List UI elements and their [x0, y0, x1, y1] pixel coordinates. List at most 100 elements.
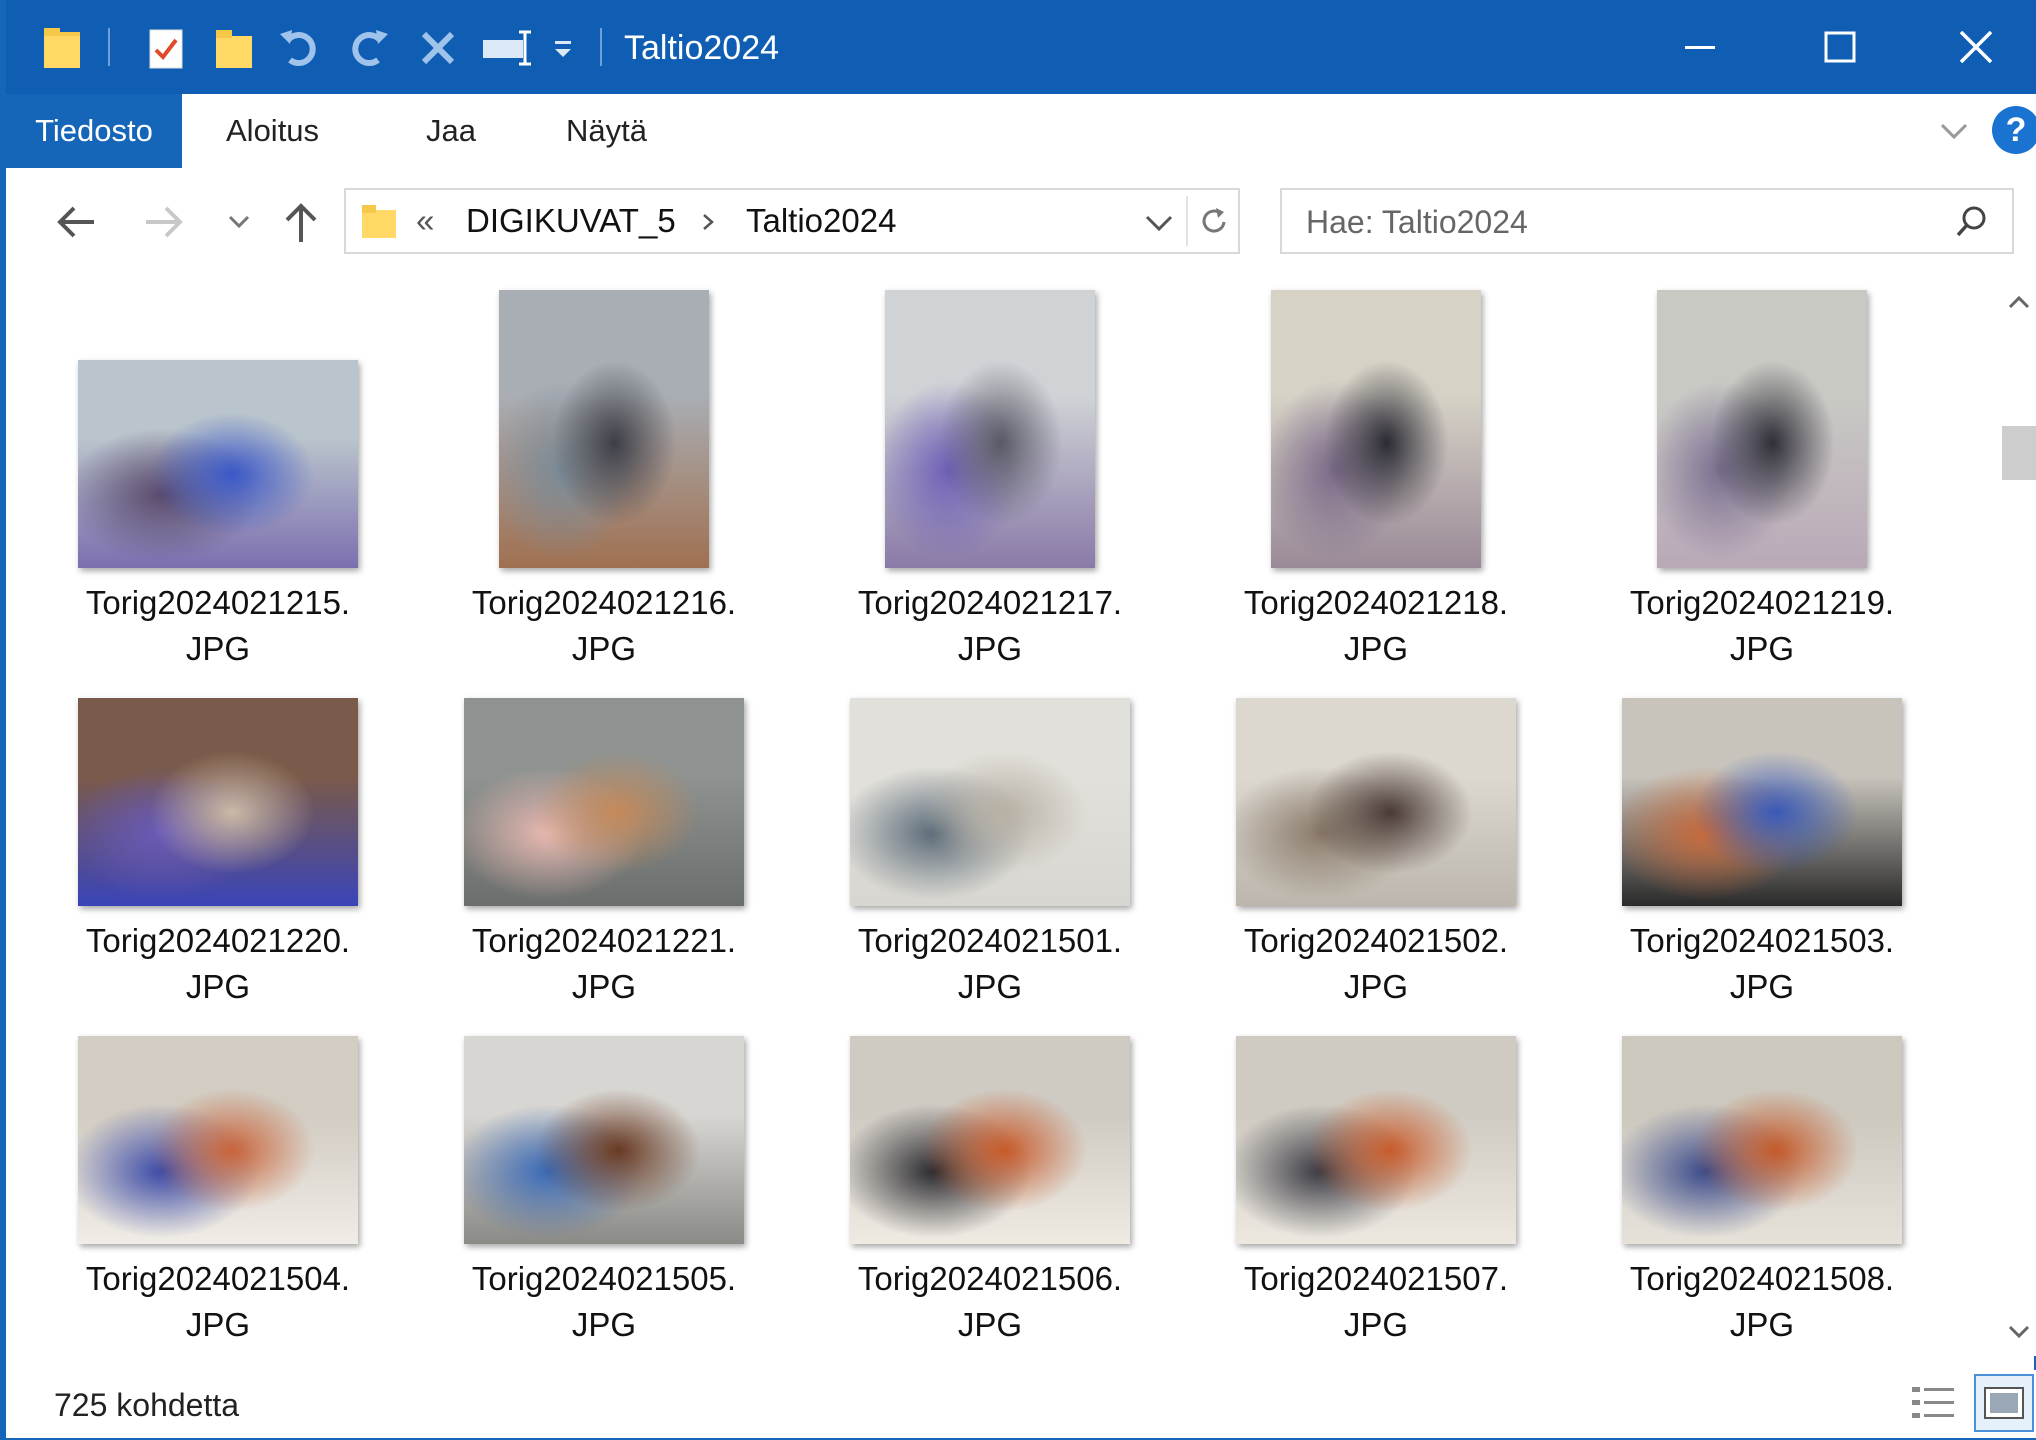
window-title: Taltio2024 [624, 29, 780, 67]
file-thumbnail[interactable] [1622, 698, 1902, 906]
file-extension: JPG [957, 968, 1023, 1005]
refresh-icon[interactable] [1196, 204, 1232, 240]
qat-separator [108, 28, 110, 66]
file-name-base: Torig2024021218. [1243, 584, 1509, 621]
file-name-base: Torig2024021221. [471, 922, 737, 959]
file-name: Torig2024021507. JPG [1226, 1256, 1526, 1346]
address-overflow[interactable]: « [416, 190, 434, 252]
file-name: Torig2024021506. JPG [840, 1256, 1140, 1346]
properties-icon[interactable] [144, 22, 188, 74]
search-input[interactable] [1304, 198, 1928, 246]
up-arrow-icon[interactable] [276, 194, 326, 250]
scroll-up-arrow-icon[interactable] [2006, 292, 2032, 312]
file-name: Torig2024021220. JPG [68, 918, 368, 1010]
file-extension: JPG [1343, 1306, 1409, 1343]
title-bar: Taltio2024 [6, 0, 2036, 94]
new-folder-icon[interactable] [212, 22, 256, 74]
file-thumbnail[interactable] [78, 1036, 358, 1244]
recent-locations-chevron-icon[interactable] [220, 194, 258, 250]
file-name: Torig2024021505. JPG [454, 1256, 754, 1346]
file-grid: Torig2024021215. JPG Torig2024021216. JPG To… [6, 276, 1996, 1346]
search-box[interactable] [1280, 188, 2014, 254]
file-thumbnail[interactable] [499, 290, 709, 568]
file-extension: JPG [957, 630, 1023, 667]
file-extension: JPG [1343, 968, 1409, 1005]
file-thumbnail[interactable] [1236, 1036, 1516, 1244]
file-name-base: Torig2024021219. [1629, 584, 1895, 621]
file-name-base: Torig2024021507. [1243, 1260, 1509, 1297]
file-extension: JPG [1729, 630, 1795, 667]
details-view-button[interactable] [1906, 1374, 1962, 1432]
redo-icon[interactable] [346, 22, 394, 74]
vertical-scrollbar[interactable] [2002, 276, 2036, 1356]
file-name-base: Torig2024021501. [857, 922, 1123, 959]
file-thumbnail[interactable] [850, 698, 1130, 906]
folder-icon[interactable] [40, 22, 84, 74]
file-name: Torig2024021218. JPG [1226, 580, 1526, 672]
file-thumbnail[interactable] [1271, 290, 1481, 568]
file-extension: JPG [571, 1306, 637, 1343]
file-name-base: Torig2024021220. [85, 922, 351, 959]
file-thumbnail[interactable] [78, 698, 358, 906]
file-thumbnail[interactable] [850, 1036, 1130, 1244]
file-thumbnail[interactable] [1657, 290, 1867, 568]
breadcrumb-taltio2024[interactable]: Taltio2024 [746, 190, 896, 252]
ribbon: Tiedosto Aloitus Jaa Näytä ? [6, 94, 2036, 169]
file-name: Torig2024021502. JPG [1226, 918, 1526, 1010]
file-name: Torig2024021217. JPG [840, 580, 1140, 672]
folder-icon [362, 205, 396, 238]
address-divider [1186, 196, 1188, 246]
file-extension: JPG [1343, 630, 1409, 667]
maximize-button[interactable] [1770, 0, 1910, 94]
address-bar[interactable]: « DIGIKUVAT_5 Taltio2024 [344, 188, 1240, 254]
file-name: Torig2024021504. JPG [68, 1256, 368, 1346]
file-name-base: Torig2024021506. [857, 1260, 1123, 1297]
qat-separator [600, 28, 602, 66]
file-name-base: Torig2024021503. [1629, 922, 1895, 959]
file-thumbnail[interactable] [885, 290, 1095, 568]
file-name-base: Torig2024021504. [85, 1260, 351, 1297]
file-name-base: Torig2024021215. [85, 584, 351, 621]
file-thumbnail[interactable] [464, 698, 744, 906]
file-name: Torig2024021221. JPG [454, 918, 754, 1010]
tab-home[interactable]: Aloitus [226, 94, 319, 168]
file-thumbnail[interactable] [1236, 698, 1516, 906]
forward-arrow-icon[interactable] [136, 194, 192, 250]
close-button[interactable] [1910, 0, 2036, 94]
file-extension: JPG [185, 630, 251, 667]
file-extension: JPG [571, 968, 637, 1005]
tab-view[interactable]: Näytä [566, 94, 647, 168]
file-name: Torig2024021503. JPG [1612, 918, 1912, 1010]
file-name: Torig2024021215. JPG [68, 580, 368, 672]
file-name: Torig2024021508. JPG [1612, 1256, 1912, 1346]
scroll-down-arrow-icon[interactable] [2006, 1322, 2032, 1342]
large-icons-view-icon [1984, 1387, 2024, 1419]
file-name: Torig2024021216. JPG [454, 580, 754, 672]
file-name-base: Torig2024021217. [857, 584, 1123, 621]
delete-icon[interactable] [416, 22, 460, 74]
customize-qat-icon[interactable] [546, 22, 580, 74]
undo-icon[interactable] [274, 22, 322, 74]
tab-file[interactable]: Tiedosto [6, 94, 182, 168]
breadcrumb-chevron-icon[interactable] [700, 212, 716, 232]
file-name-base: Torig2024021505. [471, 1260, 737, 1297]
breadcrumb-digikuvat[interactable]: DIGIKUVAT_5 [466, 190, 676, 252]
file-thumbnail[interactable] [464, 1036, 744, 1244]
file-thumbnail[interactable] [78, 360, 358, 568]
status-bar: 725 kohdetta [6, 1370, 2036, 1438]
scroll-thumb[interactable] [2002, 426, 2036, 480]
file-name-base: Torig2024021216. [471, 584, 737, 621]
navigation-bar: « DIGIKUVAT_5 Taltio2024 [6, 168, 2036, 276]
minimize-button[interactable] [1630, 0, 1770, 94]
tab-share[interactable]: Jaa [426, 94, 476, 168]
file-thumbnail[interactable] [1622, 1036, 1902, 1244]
rename-icon[interactable] [480, 22, 536, 74]
address-history-chevron-icon[interactable] [1144, 212, 1174, 234]
large-icons-view-button[interactable] [1974, 1374, 2034, 1432]
back-arrow-icon[interactable] [48, 194, 104, 250]
file-name: Torig2024021219. JPG [1612, 580, 1912, 672]
search-icon[interactable] [1954, 204, 1990, 240]
file-extension: JPG [1729, 1306, 1795, 1343]
help-button[interactable]: ? [1992, 106, 2036, 154]
ribbon-expand-chevron-icon[interactable] [1934, 108, 1974, 154]
